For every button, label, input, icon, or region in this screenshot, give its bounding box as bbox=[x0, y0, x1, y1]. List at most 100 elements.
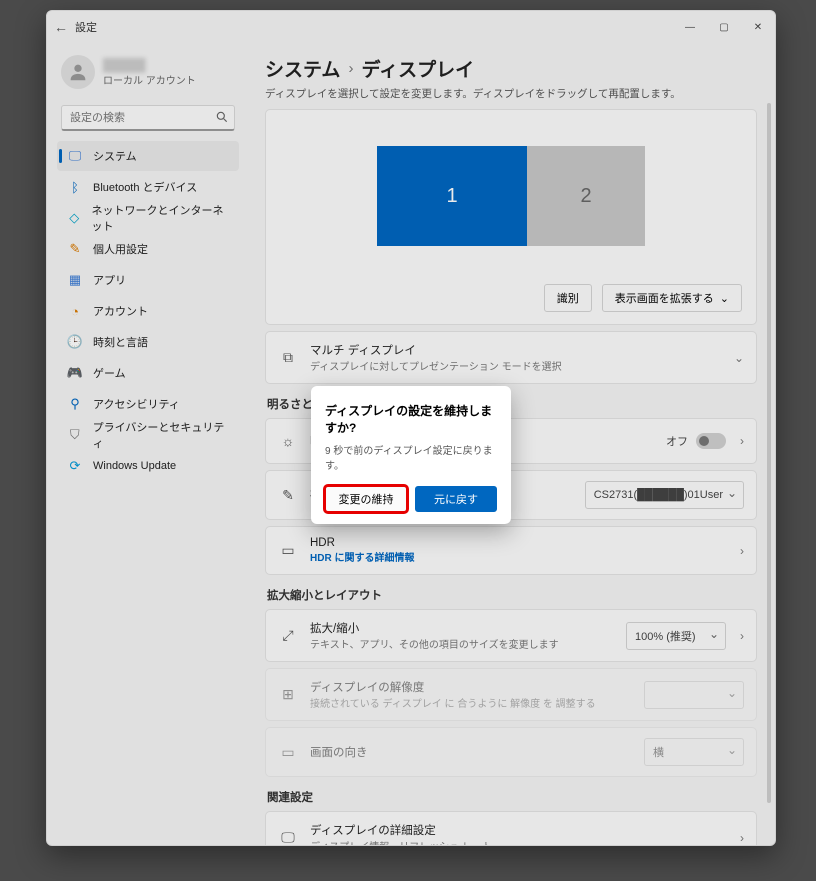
resolution-sub: 接続されている ディスプレイ に 合うように 解像度 を 調整する bbox=[310, 695, 632, 710]
sidebar-item-7[interactable]: 🎮 ゲーム bbox=[57, 358, 239, 388]
related-section: 関連設定 bbox=[267, 789, 757, 805]
keep-settings-dialog: ディスプレイの設定を維持しますか? 9 秒で前のディスプレイ設定に戻ります。 変… bbox=[311, 386, 511, 524]
breadcrumb: システム › ディスプレイ bbox=[265, 55, 757, 82]
close-button[interactable]: ✕ bbox=[741, 11, 775, 43]
titlebar: ← 設定 — ▢ ✕ bbox=[47, 11, 775, 43]
bluetooth-icon: ᛒ bbox=[67, 179, 83, 195]
monitor-icon: 🖵 bbox=[67, 148, 83, 164]
brush-icon: ✎ bbox=[67, 241, 83, 257]
chevron-right-icon: › bbox=[734, 434, 744, 448]
game-icon: 🎮 bbox=[67, 365, 83, 381]
multi-display-icon: ⧉ bbox=[278, 349, 298, 366]
wifi-icon: ◇ bbox=[67, 210, 82, 226]
identify-button[interactable]: 識別 bbox=[544, 284, 592, 312]
scale-icon: ⤢ bbox=[278, 627, 298, 644]
revert-button[interactable]: 元に戻す bbox=[415, 486, 497, 512]
update-icon: ⟳ bbox=[67, 458, 83, 474]
breadcrumb-page: ディスプレイ bbox=[361, 55, 474, 82]
sidebar-item-label: Windows Update bbox=[93, 460, 176, 472]
display-arrangement[interactable]: 1 2 識別 表示画面を拡張する⌄ bbox=[265, 109, 757, 325]
sidebar-item-1[interactable]: ᛒ Bluetooth とデバイス bbox=[57, 172, 239, 202]
sidebar-item-label: プライバシーとセキュリティ bbox=[93, 419, 231, 451]
advanced-display-card[interactable]: 🖵 ディスプレイの詳細設定 ディスプレイ情報、リフレッシュ レート › bbox=[265, 811, 757, 845]
breadcrumb-root[interactable]: システム bbox=[265, 55, 340, 82]
back-button[interactable]: ← bbox=[47, 19, 75, 35]
chevron-right-icon: › bbox=[734, 544, 744, 558]
chevron-right-icon: › bbox=[734, 831, 744, 845]
sidebar-item-label: Bluetooth とデバイス bbox=[93, 179, 197, 195]
orientation-title: 画面の向き bbox=[310, 744, 632, 760]
toggle-label: オフ bbox=[666, 433, 688, 449]
keep-changes-button[interactable]: 変更の維持 bbox=[325, 486, 407, 512]
monitor-1[interactable]: 1 bbox=[377, 146, 527, 246]
profile-sub: ローカル アカウント bbox=[103, 72, 196, 87]
multi-display-card[interactable]: ⧉ マルチ ディスプレイ ディスプレイに対してプレゼンテーション モードを選択 … bbox=[265, 331, 757, 384]
sidebar-item-8[interactable]: ⚲ アクセシビリティ bbox=[57, 389, 239, 419]
multi-display-sub: ディスプレイに対してプレゼンテーション モードを選択 bbox=[310, 358, 716, 373]
maximize-button[interactable]: ▢ bbox=[707, 11, 741, 43]
nav-list: 🖵 システム ᛒ Bluetooth とデバイス ◇ ネットワークとインターネット ✎ 個人用… bbox=[55, 141, 241, 481]
scale-sub: テキスト、アプリ、その他の項目のサイズを変更します bbox=[310, 636, 614, 651]
sidebar-item-label: アカウント bbox=[93, 303, 148, 319]
hdr-card[interactable]: ▭ HDR HDR に関する詳細情報 › bbox=[265, 526, 757, 575]
sidebar-item-label: ゲーム bbox=[93, 365, 126, 381]
window-title: 設定 bbox=[75, 19, 673, 35]
scale-title: 拡大/縮小 bbox=[310, 620, 614, 636]
resolution-card: ⊞ ディスプレイの解像度 接続されている ディスプレイ に 合うように 解像度 … bbox=[265, 668, 757, 721]
resolution-icon: ⊞ bbox=[278, 686, 298, 703]
search-input[interactable] bbox=[61, 105, 235, 131]
search-icon bbox=[215, 110, 229, 129]
dialog-message: 9 秒で前のディスプレイ設定に戻ります。 bbox=[325, 442, 497, 472]
orientation-icon: ▭ bbox=[278, 744, 298, 761]
dialog-title: ディスプレイの設定を維持しますか? bbox=[325, 402, 497, 436]
chevron-right-icon: › bbox=[734, 629, 744, 643]
minimize-button[interactable]: — bbox=[673, 11, 707, 43]
avatar bbox=[61, 55, 95, 89]
sidebar-item-4[interactable]: ▦ アプリ bbox=[57, 265, 239, 295]
sidebar-item-0[interactable]: 🖵 システム bbox=[57, 141, 239, 171]
scrollbar[interactable] bbox=[767, 103, 771, 803]
sidebar-item-10[interactable]: ⟳ Windows Update bbox=[57, 451, 239, 481]
hdr-title: HDR bbox=[310, 537, 722, 549]
eyedropper-icon: ✎ bbox=[278, 487, 298, 504]
sidebar-item-3[interactable]: ✎ 個人用設定 bbox=[57, 234, 239, 264]
multi-display-title: マルチ ディスプレイ bbox=[310, 342, 716, 358]
sidebar-item-label: 時刻と言語 bbox=[93, 334, 148, 350]
clock-icon: 🕒 bbox=[67, 334, 83, 350]
extend-dropdown[interactable]: 表示画面を拡張する⌄ bbox=[602, 284, 742, 312]
search-box[interactable] bbox=[61, 105, 235, 131]
profile-name: █████ bbox=[103, 58, 196, 72]
chevron-right-icon: › bbox=[348, 60, 353, 77]
sidebar-item-2[interactable]: ◇ ネットワークとインターネット bbox=[57, 203, 239, 233]
orientation-card: ▭ 画面の向き 横 bbox=[265, 727, 757, 777]
chevron-down-icon: ⌄ bbox=[720, 292, 729, 305]
shield-icon: ⛉ bbox=[67, 427, 83, 443]
scale-select[interactable]: 100% (推奨) bbox=[626, 622, 726, 650]
hdr-icon: ▭ bbox=[278, 542, 298, 559]
sun-icon: ☼ bbox=[278, 433, 298, 449]
advanced-title: ディスプレイの詳細設定 bbox=[310, 822, 722, 838]
sidebar-item-label: システム bbox=[93, 148, 137, 164]
page-hint: ディスプレイを選択して設定を変更します。ディスプレイをドラッグして再配置します。 bbox=[265, 86, 757, 101]
sidebar-item-label: 個人用設定 bbox=[93, 241, 148, 257]
account-icon: ◔ bbox=[67, 303, 83, 319]
profile-select[interactable]: CS2731(██████)01User bbox=[585, 481, 744, 509]
brightness-toggle[interactable] bbox=[696, 433, 726, 449]
sidebar-item-label: アプリ bbox=[93, 272, 126, 288]
hdr-link[interactable]: HDR に関する詳細情報 bbox=[310, 549, 722, 564]
settings-window: ← 設定 — ▢ ✕ █████ ローカル アカウント 🖵 システム bbox=[46, 10, 776, 846]
profile[interactable]: █████ ローカル アカウント bbox=[55, 49, 241, 101]
scale-card[interactable]: ⤢ 拡大/縮小 テキスト、アプリ、その他の項目のサイズを変更します 100% (… bbox=[265, 609, 757, 662]
sidebar-item-label: アクセシビリティ bbox=[93, 396, 180, 412]
sidebar-item-6[interactable]: 🕒 時刻と言語 bbox=[57, 327, 239, 357]
resolution-select bbox=[644, 681, 744, 709]
apps-icon: ▦ bbox=[67, 272, 83, 288]
chevron-down-icon: ⌄ bbox=[728, 351, 744, 365]
scale-section: 拡大縮小とレイアウト bbox=[267, 587, 757, 603]
orientation-select: 横 bbox=[644, 738, 744, 766]
monitor-2[interactable]: 2 bbox=[527, 146, 645, 246]
sidebar-item-label: ネットワークとインターネット bbox=[92, 202, 232, 234]
sidebar-item-5[interactable]: ◔ アカウント bbox=[57, 296, 239, 326]
sidebar-item-9[interactable]: ⛉ プライバシーとセキュリティ bbox=[57, 420, 239, 450]
accessibility-icon: ⚲ bbox=[67, 396, 83, 412]
